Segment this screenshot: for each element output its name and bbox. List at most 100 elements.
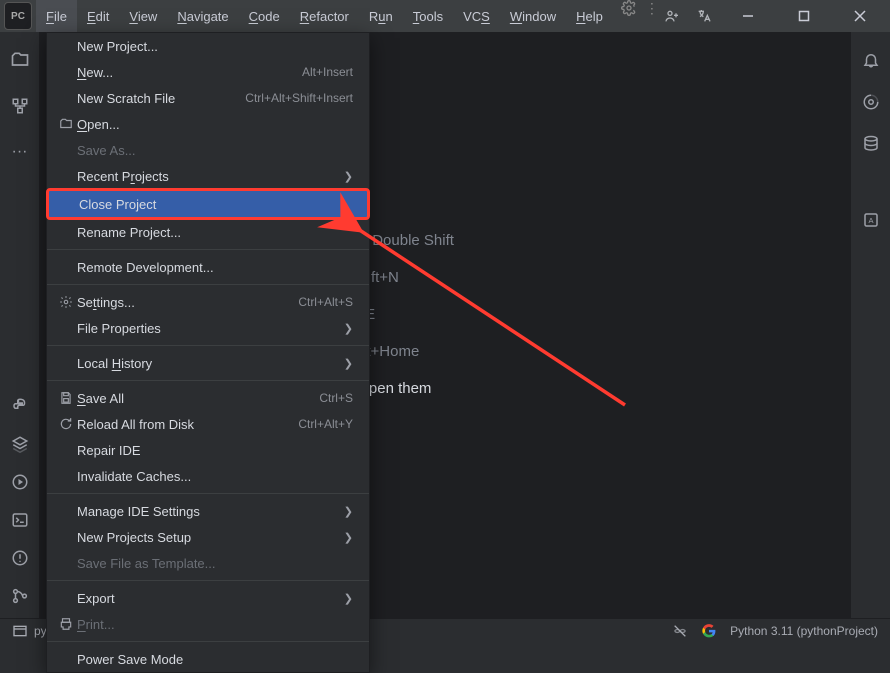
menu-item[interactable]: Reload All from Disk Ctrl+Alt+Y: [47, 411, 369, 437]
tool-window-toggle-icon[interactable]: [12, 623, 28, 639]
right-tool-strip: A: [850, 32, 890, 618]
menu-item: Print...: [47, 611, 369, 637]
menu-tools[interactable]: Tools: [403, 0, 453, 32]
menu-item-label: Local History: [77, 356, 152, 371]
python-console-icon[interactable]: [10, 396, 30, 416]
menu-item: Save File as Template...: [47, 550, 369, 576]
menu-item-label: Close Project: [79, 197, 156, 212]
minimize-button[interactable]: [728, 0, 768, 32]
menu-view[interactable]: View: [119, 0, 167, 32]
menu-item[interactable]: Save All Ctrl+S: [47, 385, 369, 411]
menu-item[interactable]: Repair IDE: [47, 437, 369, 463]
menu-refactor[interactable]: Refactor: [290, 0, 359, 32]
user-add-icon[interactable]: [664, 8, 680, 24]
menu-item-label: Rename Project...: [77, 225, 181, 240]
menu-item-label: New Project...: [77, 39, 158, 54]
menu-item[interactable]: Rename Project...: [47, 219, 369, 245]
menu-item-shortcut: Alt+Insert: [302, 65, 353, 79]
services-icon[interactable]: [10, 472, 30, 492]
chevron-right-icon: ❯: [344, 505, 353, 518]
menu-item[interactable]: Manage IDE Settings ❯: [47, 498, 369, 524]
chevron-right-icon: ❯: [344, 357, 353, 370]
status-project-label: py: [34, 624, 47, 638]
structure-icon[interactable]: [10, 96, 30, 116]
menu-item-shortcut: Ctrl+Alt+Shift+Insert: [245, 91, 353, 105]
menubar: File Edit View Navigate Code Refactor Ru…: [36, 0, 661, 32]
chevron-right-icon: ❯: [344, 531, 353, 544]
menu-item[interactable]: Local History ❯: [47, 350, 369, 376]
menu-item-label: Manage IDE Settings: [77, 504, 200, 519]
save-icon: [57, 391, 75, 405]
menu-item[interactable]: Invalidate Caches...: [47, 463, 369, 489]
menu-item[interactable]: New...Alt+Insert: [47, 59, 369, 85]
menu-run[interactable]: Run: [359, 0, 403, 32]
maximize-button[interactable]: [784, 0, 824, 32]
ai-assistant-icon[interactable]: [861, 92, 881, 112]
status-interpreter[interactable]: Python 3.11 (pythonProject): [730, 624, 878, 638]
reader-mode-icon[interactable]: [672, 623, 688, 639]
menu-item[interactable]: Power Save Mode: [47, 646, 369, 672]
menu-item-label: Open...: [77, 117, 120, 132]
menu-item[interactable]: File Properties❯: [47, 315, 369, 341]
google-icon[interactable]: [702, 624, 716, 638]
menu-edit[interactable]: Edit: [77, 0, 119, 32]
menu-item-label: Save As...: [77, 143, 136, 158]
menu-item-label: Remote Development...: [77, 260, 214, 275]
more-icon[interactable]: ⋮: [645, 0, 661, 32]
menu-item[interactable]: New Scratch File Ctrl+Alt+Shift+Insert: [47, 85, 369, 111]
translate-icon[interactable]: [696, 8, 712, 24]
menu-item-label: New Scratch File: [77, 91, 175, 106]
database-icon[interactable]: [861, 134, 881, 154]
menu-item-label: Save File as Template...: [77, 556, 216, 571]
gear-icon: [57, 295, 75, 309]
menu-help[interactable]: Help: [566, 0, 613, 32]
svg-text:A: A: [868, 216, 873, 225]
menu-item-shortcut: Ctrl+Alt+S: [298, 295, 353, 309]
menu-navigate[interactable]: Navigate: [167, 0, 238, 32]
titlebar-controls: [664, 0, 890, 32]
reload-icon: [57, 417, 75, 431]
left-tool-strip: ···: [0, 32, 40, 618]
menu-item-label: Recent Projects: [77, 169, 169, 184]
menu-window[interactable]: Window: [500, 0, 566, 32]
app-logo: PC: [4, 2, 32, 30]
titlebar: PC File Edit View Navigate Code Refactor…: [0, 0, 890, 32]
menu-item[interactable]: New Project...: [47, 33, 369, 59]
terminal-icon[interactable]: [10, 510, 30, 530]
menu-item-label: Print...: [77, 617, 115, 632]
menu-item[interactable]: Open...: [47, 111, 369, 137]
problems-icon[interactable]: [10, 548, 30, 568]
close-button[interactable]: [840, 0, 880, 32]
chevron-right-icon: ❯: [344, 170, 353, 183]
version-control-icon[interactable]: [10, 586, 30, 606]
folder-icon: [57, 117, 75, 131]
menu-item-shortcut: Ctrl+S: [319, 391, 353, 405]
menu-vcs[interactable]: VCS: [453, 0, 500, 32]
menu-item-label: Repair IDE: [77, 443, 141, 458]
menu-item-shortcut: Ctrl+Alt+Y: [298, 417, 353, 431]
project-icon[interactable]: [10, 50, 30, 70]
menu-code[interactable]: Code: [239, 0, 290, 32]
ellipsis-icon[interactable]: ···: [10, 142, 30, 162]
gear-icon[interactable]: [621, 0, 639, 18]
file-menu-dropdown: New Project...New...Alt+InsertNew Scratc…: [46, 32, 370, 673]
menu-item-label: Save All: [77, 391, 124, 406]
hint-shortcut: Double Shift: [372, 232, 454, 249]
scicview-icon[interactable]: A: [861, 210, 881, 230]
menu-item[interactable]: Export❯: [47, 585, 369, 611]
menu-item-label: Reload All from Disk: [77, 417, 194, 432]
packages-icon[interactable]: [10, 434, 30, 454]
menu-item[interactable]: Recent Projects ❯: [47, 163, 369, 189]
menu-file[interactable]: File: [36, 0, 77, 32]
menu-item-label: Settings...: [77, 295, 135, 310]
notifications-icon[interactable]: [861, 50, 881, 70]
menu-item[interactable]: Settings... Ctrl+Alt+S: [47, 289, 369, 315]
menu-item[interactable]: New Projects Setup ❯: [47, 524, 369, 550]
menu-item: Save As...: [47, 137, 369, 163]
chevron-right-icon: ❯: [344, 592, 353, 605]
menu-item[interactable]: Remote Development...: [47, 254, 369, 280]
menu-item-label: New Projects Setup: [77, 530, 191, 545]
menu-item[interactable]: Close Project: [46, 188, 370, 220]
menu-item-label: Invalidate Caches...: [77, 469, 191, 484]
menu-item-label: File Properties: [77, 321, 161, 336]
